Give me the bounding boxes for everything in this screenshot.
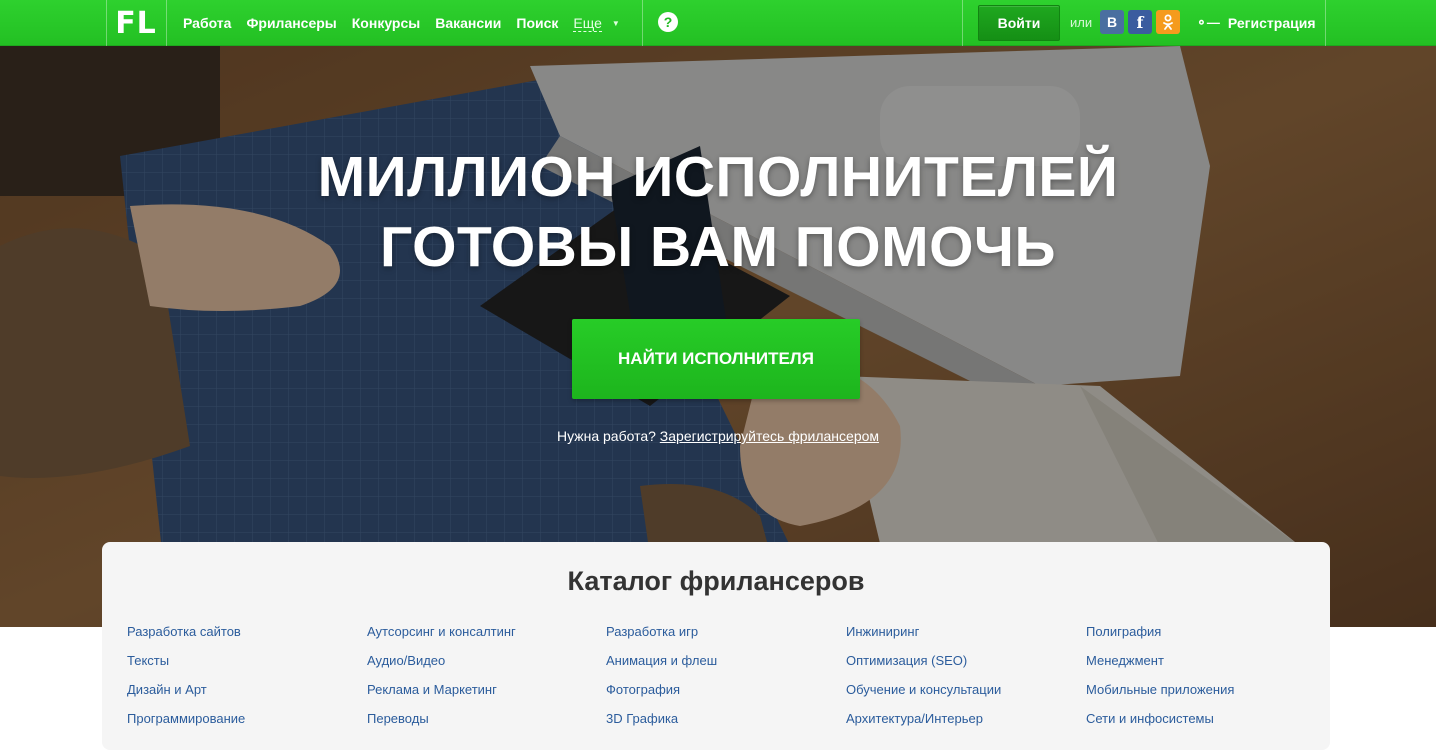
fl-logo[interactable]: FL bbox=[108, 0, 164, 46]
catalog-link[interactable]: Фотография bbox=[606, 682, 717, 711]
top-navbar: FL Работа Фрилансеры Конкурсы Вакансии П… bbox=[0, 0, 1436, 46]
catalog-link[interactable]: Анимация и флеш bbox=[606, 653, 717, 682]
freelancer-catalog: Каталог фрилансеров Разработка сайтов Те… bbox=[102, 542, 1330, 750]
divider bbox=[1325, 0, 1326, 46]
main-nav: Работа Фрилансеры Конкурсы Вакансии Поис… bbox=[183, 0, 620, 46]
catalog-link[interactable]: Реклама и Маркетинг bbox=[367, 682, 516, 711]
nav-item-vacancies[interactable]: Вакансии bbox=[435, 15, 501, 31]
catalog-link[interactable]: Разработка сайтов bbox=[127, 624, 245, 653]
catalog-link[interactable]: Архитектура/Интерьер bbox=[846, 711, 1001, 740]
facebook-icon[interactable]: f bbox=[1128, 10, 1152, 34]
catalog-column: Полиграфия Менеджмент Мобильные приложен… bbox=[1086, 624, 1234, 740]
login-button[interactable]: Войти bbox=[978, 5, 1060, 41]
register-link[interactable]: ⚬— Регистрация bbox=[1196, 0, 1315, 46]
nav-item-search[interactable]: Поиск bbox=[516, 15, 558, 31]
need-work-line: Нужна работа? Зарегистрируйтесь фрилансе… bbox=[0, 428, 1436, 444]
catalog-title: Каталог фрилансеров bbox=[567, 566, 865, 596]
find-performer-button[interactable]: НАЙТИ ИСПОЛНИТЕЛЯ bbox=[572, 319, 860, 399]
catalog-link[interactable]: Дизайн и Арт bbox=[127, 682, 245, 711]
odnoklassniki-glyph bbox=[1163, 14, 1173, 30]
divider bbox=[642, 0, 643, 46]
help-icon[interactable]: ? bbox=[658, 12, 678, 32]
divider bbox=[166, 0, 167, 46]
divider bbox=[106, 0, 107, 46]
catalog-column: Разработка сайтов Тексты Дизайн и Арт Пр… bbox=[127, 624, 245, 740]
catalog-link[interactable]: Переводы bbox=[367, 711, 516, 740]
catalog-link[interactable]: Аудио/Видео bbox=[367, 653, 516, 682]
catalog-column: Аутсорсинг и консалтинг Аудио/Видео Рекл… bbox=[367, 624, 516, 740]
key-icon: ⚬— bbox=[1196, 15, 1220, 30]
or-label: или bbox=[1070, 15, 1093, 30]
hero-title: МИЛЛИОН ИСПОЛНИТЕЛЕЙ ГОТОВЫ ВАМ ПОМОЧЬ bbox=[0, 142, 1436, 282]
catalog-link[interactable]: Разработка игр bbox=[606, 624, 717, 653]
catalog-link[interactable]: Сети и инфосистемы bbox=[1086, 711, 1234, 740]
catalog-link[interactable]: Тексты bbox=[127, 653, 245, 682]
catalog-column: Разработка игр Анимация и флеш Фотографи… bbox=[606, 624, 717, 740]
need-work-text: Нужна работа? bbox=[556, 428, 656, 444]
catalog-link[interactable]: Оптимизация (SEO) bbox=[846, 653, 1001, 682]
hero-title-line1: МИЛЛИОН ИСПОЛНИТЕЛЕЙ bbox=[317, 145, 1119, 209]
catalog-link[interactable]: Полиграфия bbox=[1086, 624, 1234, 653]
hero-title-line2: ГОТОВЫ ВАМ ПОМОЧЬ bbox=[380, 215, 1056, 279]
catalog-link[interactable]: 3D Графика bbox=[606, 711, 717, 740]
catalog-link[interactable]: Аутсорсинг и консалтинг bbox=[367, 624, 516, 653]
nav-item-work[interactable]: Работа bbox=[183, 15, 231, 31]
catalog-link[interactable]: Мобильные приложения bbox=[1086, 682, 1234, 711]
nav-item-freelancers[interactable]: Фрилансеры bbox=[246, 15, 336, 31]
catalog-link[interactable]: Инжиниринг bbox=[846, 624, 1001, 653]
hero-section: МИЛЛИОН ИСПОЛНИТЕЛЕЙ ГОТОВЫ ВАМ ПОМОЧЬ Н… bbox=[0, 46, 1436, 627]
catalog-link[interactable]: Менеджмент bbox=[1086, 653, 1234, 682]
chevron-down-icon: ▼ bbox=[611, 18, 620, 28]
register-freelancer-link[interactable]: Зарегистрируйтесь фрилансером bbox=[660, 428, 879, 444]
nav-item-more[interactable]: Еще bbox=[573, 15, 602, 32]
catalog-link[interactable]: Программирование bbox=[127, 711, 245, 740]
catalog-link[interactable]: Обучение и консультации bbox=[846, 682, 1001, 711]
vk-icon[interactable]: В bbox=[1100, 10, 1124, 34]
divider bbox=[962, 0, 963, 46]
nav-item-contests[interactable]: Конкурсы bbox=[352, 15, 420, 31]
odnoklassniki-icon[interactable] bbox=[1156, 10, 1180, 34]
catalog-column: Инжиниринг Оптимизация (SEO) Обучение и … bbox=[846, 624, 1001, 740]
register-label: Регистрация bbox=[1227, 15, 1316, 31]
